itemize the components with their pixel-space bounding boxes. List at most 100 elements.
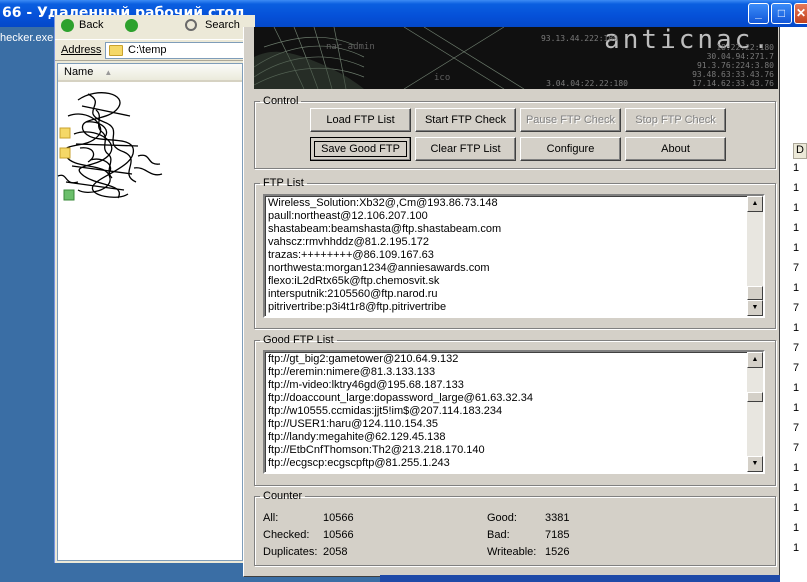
scroll-down-icon[interactable]: ▼ bbox=[747, 300, 763, 316]
strip-cell: 1 bbox=[793, 542, 800, 554]
banner-overlay-text-2: ico bbox=[434, 73, 451, 83]
banner-number-2: 30.04.94:271.7 bbox=[706, 52, 774, 61]
ftp-list-item[interactable]: northwesta:morgan1234@anniesawards.com bbox=[268, 262, 501, 275]
good-ftp-list-item[interactable]: ftp://m-video:lktry46gd@195.68.187.133 bbox=[268, 379, 533, 392]
writeable-label: Writeable: bbox=[487, 546, 537, 558]
all-value: 10566 bbox=[323, 512, 354, 524]
banner-number-4: 93.48.63:33.43.76 bbox=[692, 70, 774, 79]
strip-cell: 7 bbox=[793, 262, 800, 274]
column-header-name[interactable]: Name ▲ bbox=[58, 64, 242, 82]
banner-overlay-text: nac admin bbox=[326, 42, 375, 52]
good-ftp-list-item[interactable]: ftp://gt_big2:gametower@210.64.9.132 bbox=[268, 353, 533, 366]
strip-cell: 1 bbox=[793, 162, 800, 174]
pause-ftp-check-button[interactable]: Pause FTP Check bbox=[520, 108, 621, 132]
scroll-up-icon[interactable]: ▲ bbox=[747, 352, 763, 368]
good-ftp-list-item[interactable]: ftp://landy:megahite@62.129.45.138 bbox=[268, 431, 533, 444]
ftp-checker-window: nac admin ico anticnac. 18:22:22:180 30.… bbox=[243, 27, 780, 577]
ftp-list-box[interactable]: Wireless_Solution:Xb32@,Cm@193.86.73.148… bbox=[263, 194, 765, 318]
column-name-label: Name bbox=[64, 66, 94, 78]
stop-ftp-check-button[interactable]: Stop FTP Check bbox=[625, 108, 726, 132]
ftp-list-item[interactable]: paull:northeast@12.106.207.100 bbox=[268, 210, 501, 223]
scroll-thumb[interactable] bbox=[747, 392, 763, 402]
background-window-strip: D 1 1 1 1 1 7 1 7 1 7 7 1 1 7 7 1 1 1 1 1 bbox=[779, 27, 807, 582]
good-ftp-list-item[interactable]: ftp://w10555.ccmidas:jjt5!im$@207.114.18… bbox=[268, 405, 533, 418]
address-label: Address bbox=[61, 44, 102, 56]
save-good-ftp-button[interactable]: Save Good FTP bbox=[310, 137, 411, 161]
strip-cell: 1 bbox=[793, 482, 800, 494]
back-button-label[interactable]: Back bbox=[79, 19, 103, 31]
clear-ftp-list-button[interactable]: Clear FTP List bbox=[415, 137, 516, 161]
load-ftp-list-button[interactable]: Load FTP List bbox=[310, 108, 411, 132]
good-ftp-list-box[interactable]: ftp://gt_big2:gametower@210.64.9.132 ftp:… bbox=[263, 350, 765, 474]
scribble-redaction bbox=[57, 92, 163, 201]
good-list-scrollbar[interactable]: ▲ ▼ bbox=[747, 352, 763, 472]
start-ftp-check-button[interactable]: Start FTP Check bbox=[415, 108, 516, 132]
good-label: Good: bbox=[487, 512, 517, 524]
maximize-button[interactable]: □ bbox=[771, 3, 792, 24]
ftp-list-scrollbar[interactable]: ▲ ▼ bbox=[747, 196, 763, 316]
banner-number-5: 17.14.62:33.43.76 bbox=[692, 79, 774, 88]
ftp-list-item[interactable]: shastabeam:beamshasta@ftp.shastabeam.com bbox=[268, 223, 501, 236]
column-header-d: D bbox=[793, 143, 807, 159]
bad-label: Bad: bbox=[487, 529, 510, 541]
ftp-list-item[interactable]: flexo:iL2dRtx65k@ftp.chemosvit.sk bbox=[268, 275, 501, 288]
back-arrow-icon[interactable] bbox=[61, 19, 74, 32]
strip-cell: 1 bbox=[793, 402, 800, 414]
scroll-thumb[interactable] bbox=[747, 286, 763, 300]
banner-number-7: 3.04.04:22.22:180 bbox=[546, 79, 628, 88]
all-label: All: bbox=[263, 512, 279, 524]
control-legend: Control bbox=[263, 95, 299, 107]
forward-arrow-icon[interactable] bbox=[125, 19, 138, 32]
search-button-label[interactable]: Search bbox=[205, 19, 240, 31]
banner-graphic: nac admin ico anticnac. 18:22:22:180 30.… bbox=[254, 27, 778, 89]
strip-cell: 7 bbox=[793, 302, 800, 314]
good-ftp-list-item[interactable]: ftp://doaccount_large:dopassword_large@6… bbox=[268, 392, 533, 405]
counter-legend: Counter bbox=[263, 490, 303, 502]
good-ftp-list-item[interactable]: ftp://USER1:haru@124.110.154.35 bbox=[268, 418, 533, 431]
good-value: 3381 bbox=[545, 512, 570, 524]
close-button[interactable]: ✕ bbox=[794, 3, 807, 24]
good-ftp-list-rows: ftp://gt_big2:gametower@210.64.9.132 ftp:… bbox=[268, 353, 533, 470]
taskbar-edge bbox=[380, 575, 780, 582]
address-input[interactable]: C:\temp bbox=[105, 42, 255, 59]
search-icon[interactable] bbox=[185, 19, 197, 31]
strip-cell: 1 bbox=[793, 382, 800, 394]
good-ftp-list-item[interactable]: ftp://ecgscp:ecgscpftp@81.255.1.243 bbox=[268, 457, 533, 470]
banner-number-1: 18:22:22:180 bbox=[716, 43, 774, 52]
strip-cell: 7 bbox=[793, 422, 800, 434]
good-ftp-list-item[interactable]: ftp://eremin:nimere@81.3.133.133 bbox=[268, 366, 533, 379]
good-ftp-list-item[interactable]: ftp://EtbCnfThomson:Th2@213.218.170.140 bbox=[268, 444, 533, 457]
ftp-list-rows: Wireless_Solution:Xb32@,Cm@193.86.73.148… bbox=[268, 197, 501, 314]
strip-cell: 7 bbox=[793, 362, 800, 374]
checked-value: 10566 bbox=[323, 529, 354, 541]
sort-arrow-icon: ▲ bbox=[104, 68, 113, 77]
banner-number-6: 93.13.44.222:180 bbox=[540, 34, 618, 43]
about-button[interactable]: About bbox=[625, 137, 726, 161]
strip-cell: 7 bbox=[793, 442, 800, 454]
strip-cell: 1 bbox=[793, 242, 800, 254]
address-bar: Address C:\temp bbox=[55, 39, 255, 61]
strip-cell: 1 bbox=[793, 522, 800, 534]
scroll-up-icon[interactable]: ▲ bbox=[747, 196, 763, 212]
strip-cell: 1 bbox=[793, 222, 800, 234]
duplicates-value: 2058 bbox=[323, 546, 348, 558]
good-ftp-list-legend: Good FTP List bbox=[263, 334, 334, 346]
ftp-list-legend: FTP List bbox=[263, 177, 304, 189]
minimize-button[interactable]: _ bbox=[748, 3, 769, 24]
banner-number-3: 91.3.76:224:3.80 bbox=[696, 61, 774, 70]
ftp-list-item[interactable]: intersputnik:2105560@ftp.narod.ru bbox=[268, 288, 501, 301]
writeable-value: 1526 bbox=[545, 546, 570, 558]
ftp-list-item[interactable]: trazas:++++++++@86.109.167.63 bbox=[268, 249, 501, 262]
ftp-list-item[interactable]: vahscz:rmvhhddz@81.2.195.172 bbox=[268, 236, 501, 249]
strip-cell: 1 bbox=[793, 462, 800, 474]
strip-cell: 1 bbox=[793, 502, 800, 514]
desktop-icon-label[interactable]: hecker.exe bbox=[0, 32, 53, 44]
ftp-list-item[interactable]: Wireless_Solution:Xb32@,Cm@193.86.73.148 bbox=[268, 197, 501, 210]
address-value: C:\temp bbox=[128, 44, 167, 56]
scroll-down-icon[interactable]: ▼ bbox=[747, 456, 763, 472]
explorer-toolbar: Back Search bbox=[55, 15, 255, 37]
configure-button[interactable]: Configure bbox=[520, 137, 621, 161]
file-list[interactable]: Name ▲ bbox=[57, 63, 243, 561]
checked-label: Checked: bbox=[263, 529, 310, 541]
ftp-list-item[interactable]: pitrivertribe:p3i4t1r8@ftp.pitrivertribe bbox=[268, 301, 501, 314]
